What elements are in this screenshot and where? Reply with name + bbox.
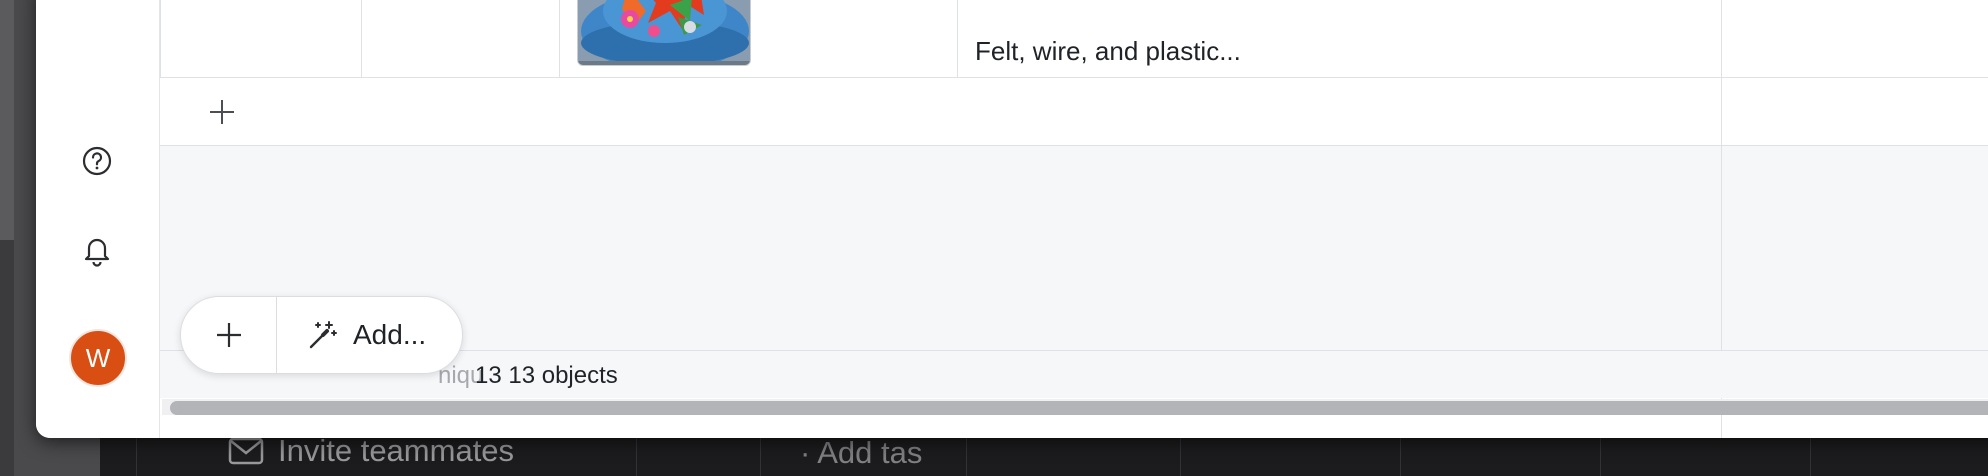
description-cell[interactable]: Felt, wire, and plastic... [975,36,1241,67]
scrollbar-thumb[interactable] [170,401,1988,415]
object-count: 13 13 objects [475,362,618,389]
desktop-background [0,0,14,240]
column-divider [361,0,362,78]
invite-teammates-label: Invite teammates [278,433,515,468]
thumbnail-image[interactable] [577,0,751,66]
add-row-button[interactable] [204,94,240,130]
column-divider [160,0,161,78]
column-divider [559,0,560,78]
question-circle-icon [82,146,112,176]
help-button[interactable] [80,144,114,178]
add-button[interactable] [181,297,277,373]
floating-toolbar: Add... [180,296,464,374]
sidebar: W [36,0,160,438]
table-row[interactable]: Felt, wire, and plastic... [160,0,1988,78]
notifications-button[interactable] [80,233,114,267]
column-divider [957,0,958,78]
desktop-background-strip [0,240,14,476]
bell-icon [84,238,110,267]
plus-icon [216,323,241,347]
add-row-bar [160,78,1988,146]
plus-icon [210,100,234,124]
add-with-ai-button[interactable]: Add... [277,297,462,373]
object-photo [578,0,750,65]
magic-wand-icon [309,321,337,349]
user-avatar[interactable]: W [69,329,127,387]
app-window: W Felt, wire, and plastic... niqu 13 13 … [36,0,1988,438]
horizontal-scrollbar[interactable] [162,399,1988,415]
invite-teammates-item: Invite teammates [228,433,514,469]
add-task-label: · Add tas [800,435,923,470]
add-button-label: Add... [353,319,427,350]
envelope-icon [228,437,264,465]
